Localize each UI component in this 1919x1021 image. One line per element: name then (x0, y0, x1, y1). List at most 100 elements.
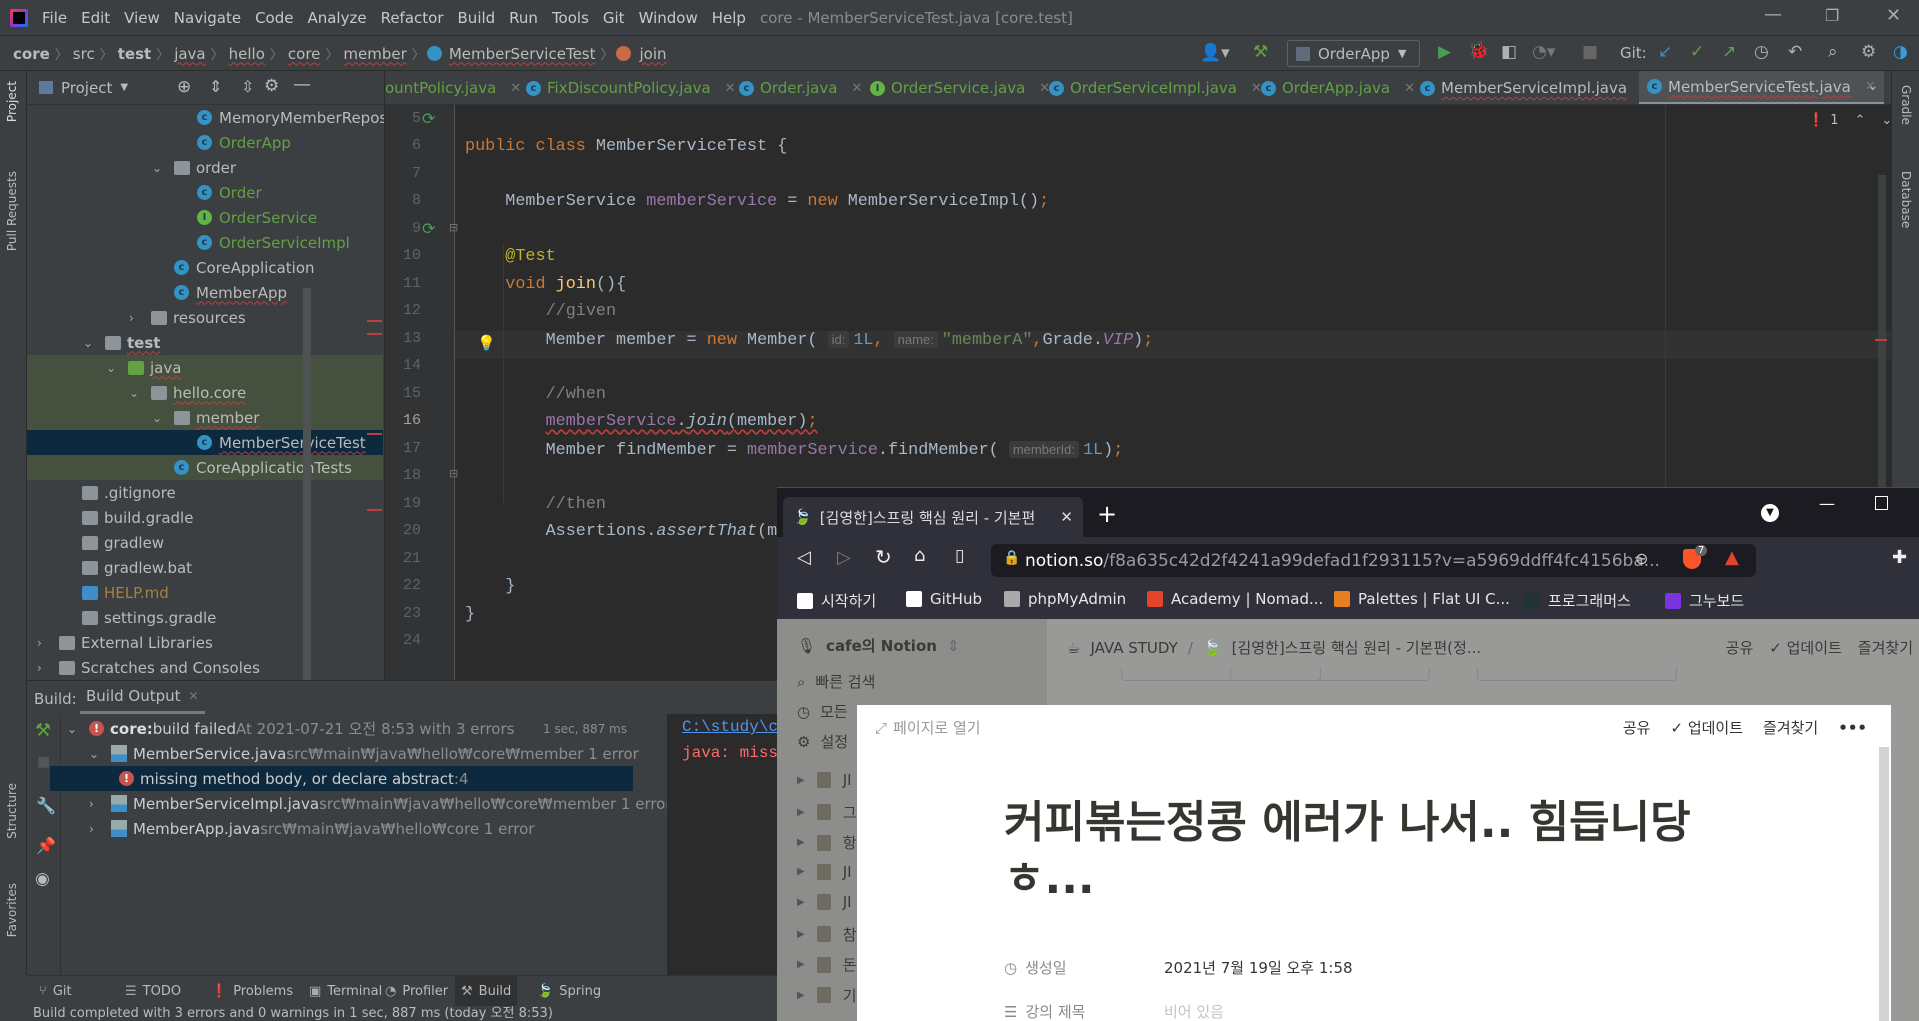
tree-item[interactable]: c CoreApplication (27, 255, 383, 280)
forward-icon[interactable]: ▷ (837, 547, 851, 568)
restore-button[interactable]: ❐ (1825, 6, 1839, 25)
chevron-down-icon[interactable]: ⌄ (152, 411, 162, 425)
project-tool-tab[interactable]: Project (5, 81, 19, 122)
breadcrumb-item[interactable]: test (115, 45, 154, 63)
build-tree-row[interactable]: ⌄! core: build failed At 2021-07-21 오전 8:… (61, 716, 633, 741)
browser-minimize-button[interactable]: — (1819, 494, 1835, 513)
close-tab-icon[interactable]: ✕ (510, 81, 521, 96)
tree-item[interactable]: c MemberServiceTest (27, 430, 383, 455)
sidebar-page[interactable]: ▶ 항 (797, 832, 857, 853)
stop-icon[interactable]: ■ (1582, 42, 1598, 62)
back-icon[interactable]: ◁ (797, 547, 811, 568)
more-options-button[interactable]: ••• (1838, 719, 1867, 737)
favorite-button[interactable]: 즐겨찾기 (1763, 717, 1818, 738)
menu-window[interactable]: Window (639, 9, 698, 27)
home-icon[interactable]: ⌂ (914, 545, 925, 566)
triangle-right-icon[interactable]: ▶ (797, 775, 805, 786)
triangle-right-icon[interactable]: ▶ (797, 837, 805, 848)
browser-maximize-button[interactable] (1875, 496, 1888, 510)
breadcrumb-item[interactable]: core (10, 45, 53, 63)
gallery-card[interactable] (1230, 667, 1430, 681)
chevron-down-icon[interactable]: ⌄ (129, 386, 139, 400)
gallery-card[interactable] (1477, 667, 1677, 681)
triangle-right-icon[interactable]: ▶ (797, 807, 805, 818)
chevron-right-icon[interactable]: › (89, 822, 94, 836)
tree-scrollbar[interactable] (303, 288, 311, 680)
tree-item[interactable]: c MemberApp (27, 280, 383, 305)
settings[interactable]: ⚙ 설정 (797, 731, 848, 752)
editor-tab[interactable]: c Order.java ✕ (739, 71, 862, 104)
menu-edit[interactable]: Edit (81, 9, 110, 27)
tree-item[interactable]: build.gradle (27, 505, 383, 530)
sidebar-page[interactable]: ▶ JI (797, 863, 852, 881)
sidebar-page[interactable]: ▶ 돈 (797, 954, 857, 975)
git-update-icon[interactable]: ↙ (1658, 42, 1672, 62)
tree-item[interactable]: c OrderApp (27, 130, 383, 155)
updates-button[interactable]: ✓ 업데이트 (1670, 717, 1743, 738)
menu-analyze[interactable]: Analyze (307, 9, 366, 27)
collapse-all-icon[interactable]: ⇳ (241, 77, 254, 96)
favorites-tool-tab[interactable]: Favorites (5, 883, 19, 937)
build-hammer-icon[interactable]: ⚒ (1253, 42, 1268, 62)
console-path-link[interactable]: C:\study\c (682, 718, 777, 736)
triangle-right-icon[interactable]: ▶ (797, 897, 805, 908)
tree-item[interactable]: ⌄ hello.core (27, 380, 383, 405)
close-tab-icon[interactable]: ✕ (851, 81, 862, 96)
chevron-right-icon[interactable]: › (89, 797, 94, 811)
menu-navigate[interactable]: Navigate (174, 9, 241, 27)
wrench-icon[interactable]: 🔧 (36, 796, 56, 815)
workspace-switcher[interactable]: 🎙 cafe의 Notion ⇕ (797, 635, 960, 656)
menu-build[interactable]: Build (458, 9, 496, 27)
menu-help[interactable]: Help (712, 9, 746, 27)
sidebar-page[interactable]: ▶ 그 (797, 802, 857, 823)
open-as-page-button[interactable]: ⤢ 페이지로 열기 (875, 717, 981, 738)
gradle-tool-tab[interactable]: Gradle (1899, 85, 1913, 125)
breadcrumb-item[interactable]: join (637, 45, 670, 63)
bookmark-item[interactable]: 그누보드 (1665, 590, 1744, 611)
breadcrumb-item[interactable]: member (340, 45, 409, 63)
extensions-puzzle-icon[interactable]: ✚ (1892, 547, 1907, 568)
chevron-down-icon[interactable]: ▼ (120, 82, 128, 93)
menu-view[interactable]: View (124, 9, 160, 27)
bookmark-item[interactable]: 시작하기 (797, 590, 876, 611)
tabs-overflow-chevron-icon[interactable]: ⌄ (1867, 78, 1879, 94)
chevron-right-icon[interactable]: › (37, 661, 42, 675)
tree-item[interactable]: › resources (27, 305, 383, 330)
tab-list-dropdown-icon[interactable]: ▼ (1761, 504, 1779, 522)
debug-icon[interactable]: 🐞 (1468, 41, 1489, 61)
brave-rewards-icon[interactable]: ▲ (1725, 547, 1739, 568)
toolbox-logo-icon[interactable]: ◑ (1893, 42, 1908, 62)
tree-item[interactable]: c CoreApplicationTests (27, 455, 383, 480)
chevron-down-icon[interactable]: ⌄ (67, 722, 77, 736)
tool-button-problems[interactable]: ❗ Problems (205, 976, 299, 1007)
project-view-select[interactable]: Project (61, 79, 112, 97)
breadcrumb-item[interactable]: core (285, 45, 324, 63)
triangle-right-icon[interactable]: ▶ (797, 866, 805, 877)
chevron-down-icon[interactable]: ⌄ (83, 336, 93, 350)
reload-icon[interactable]: ↻ (875, 545, 892, 569)
close-button[interactable]: ✕ (1886, 5, 1901, 26)
tool-button-git[interactable]: ⑂ Git (33, 976, 78, 1007)
run-test-method-icon[interactable]: ⟳ (422, 219, 435, 238)
breadcrumb-item[interactable]: MemberServiceTest (446, 45, 599, 63)
stop-build-icon[interactable]: ■ (37, 754, 50, 770)
editor-tab[interactable]: ountPolicy.java ✕ (385, 71, 521, 104)
rollback-icon[interactable]: ↶ (1788, 42, 1802, 62)
view-options-eye-icon[interactable]: ◉ (35, 869, 50, 889)
menu-code[interactable]: Code (255, 9, 293, 27)
fold-marker-icon[interactable]: ⊟ (449, 221, 458, 234)
tree-item[interactable]: ⌄ test (27, 330, 383, 355)
browser-tab[interactable]: 🍃 [김영한]스프링 핵심 원리 - 기본편 ✕ (783, 497, 1083, 537)
build-output-tab[interactable]: Build Output ✕ (80, 681, 205, 714)
tree-item[interactable]: gradlew.bat (27, 555, 383, 580)
history-icon[interactable]: ◷ (1754, 42, 1769, 62)
tool-button-build[interactable]: ⚒ Build (455, 976, 518, 1007)
error-stripe-summary[interactable]: ❗ 1 ⌃ ⌄ (1808, 113, 1891, 128)
locate-icon[interactable]: ⊕ (177, 77, 191, 97)
tree-item[interactable]: ⌄ java (27, 355, 383, 380)
tree-item[interactable]: settings.gradle (27, 605, 383, 630)
rebuild-hammer-icon[interactable]: ⚒ (35, 720, 51, 741)
tool-button-profiler[interactable]: ◔ Profiler (379, 976, 454, 1007)
breadcrumb-course-page[interactable]: [김영한]스프링 핵심 원리 - 기본편(정... (1232, 637, 1482, 658)
editor-tab[interactable]: cMemberServiceImpl.java✕ (1420, 71, 1652, 104)
